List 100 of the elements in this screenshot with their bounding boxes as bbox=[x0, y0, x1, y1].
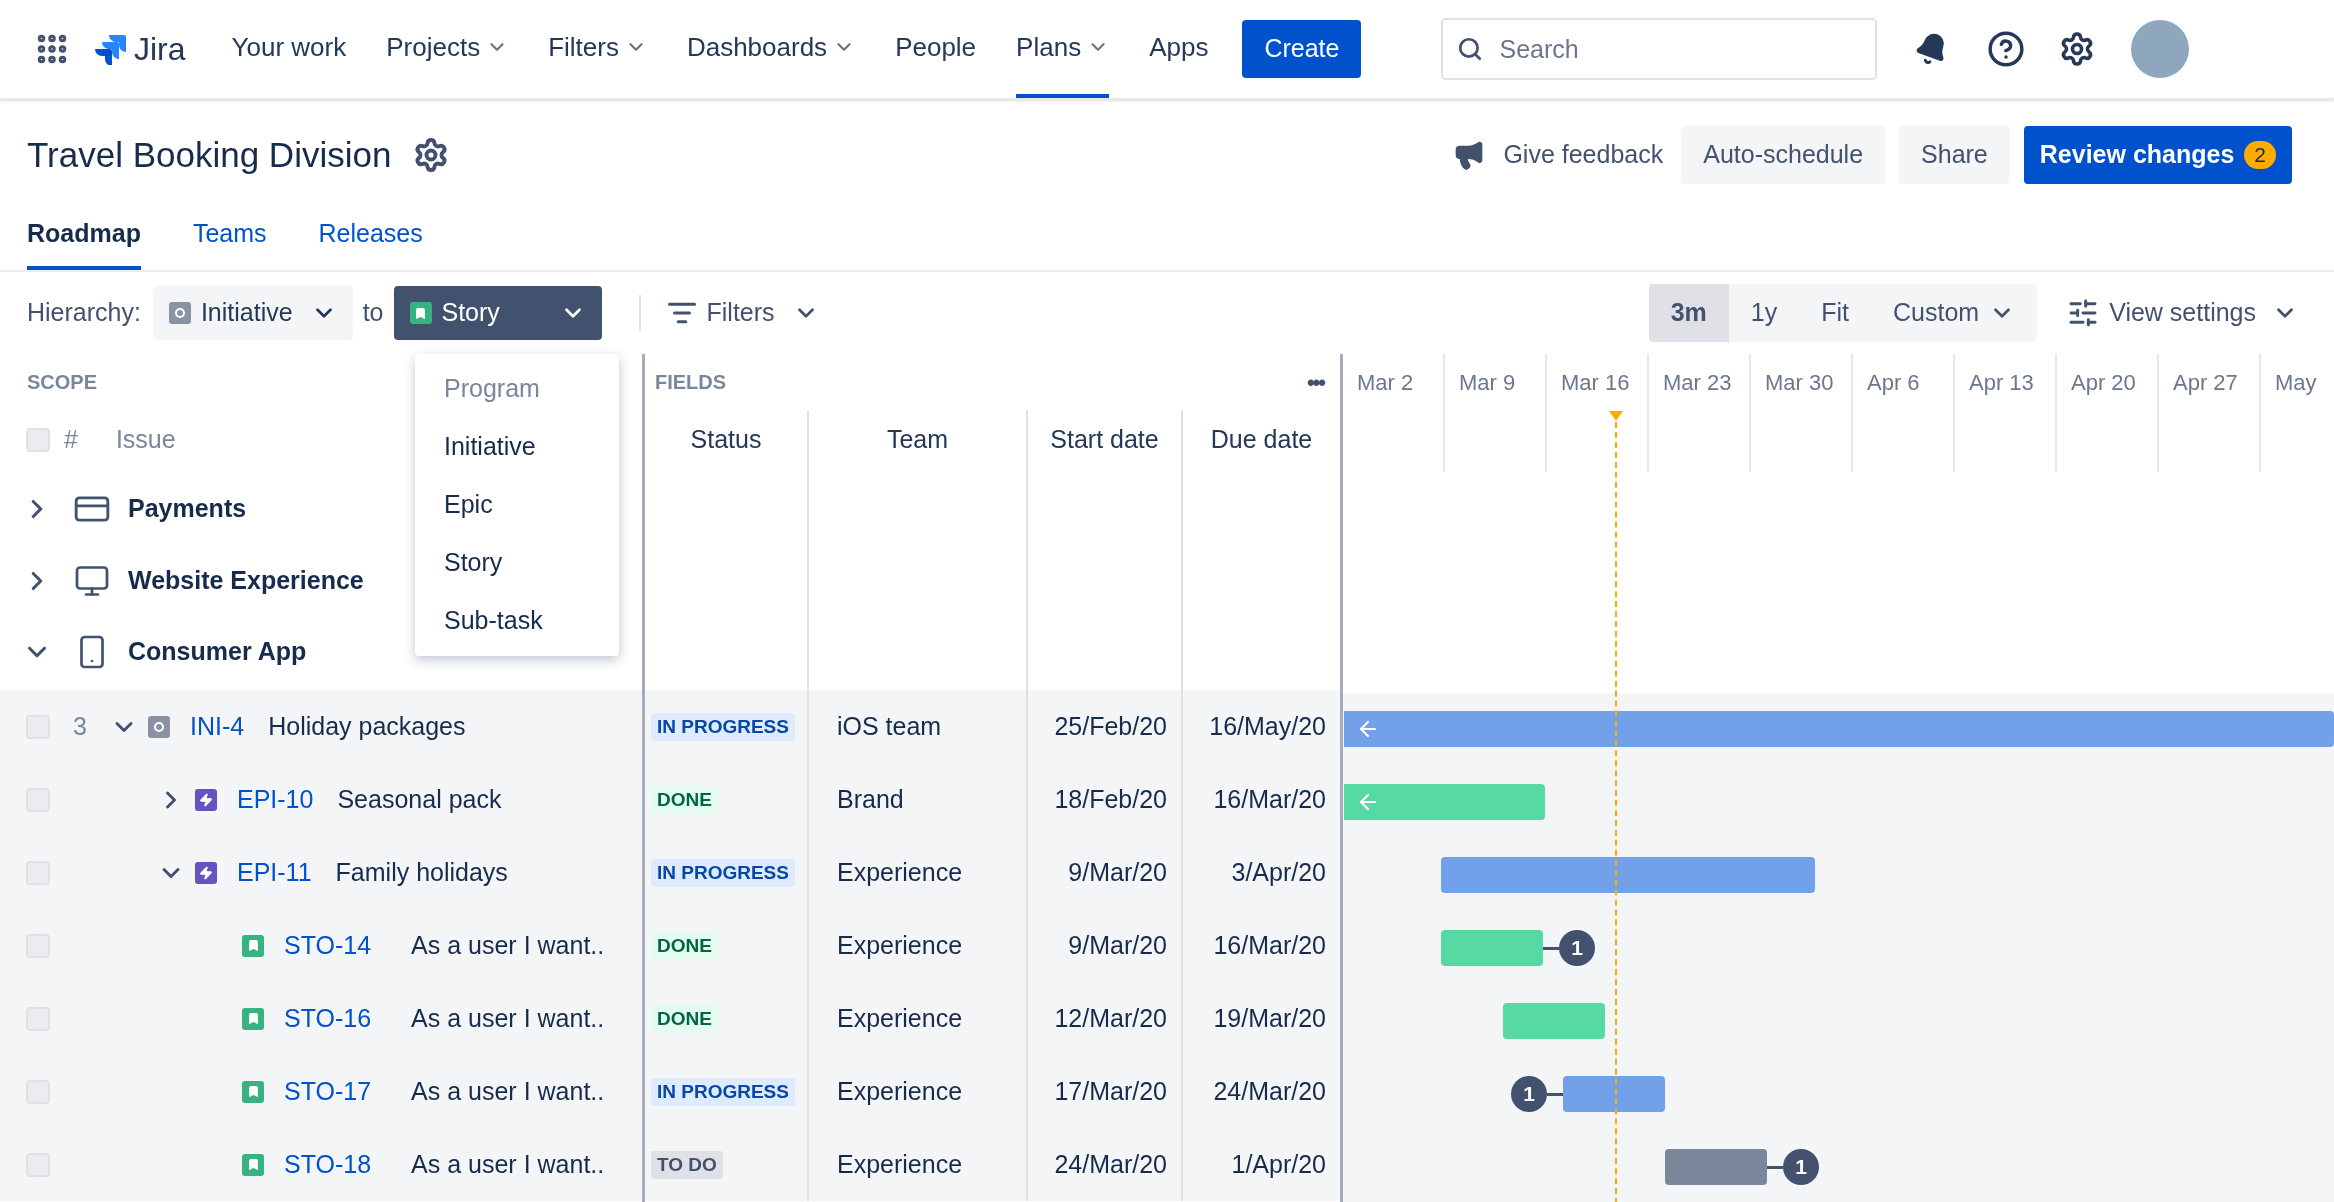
bookmark-icon bbox=[242, 1080, 264, 1103]
nav-item[interactable]: Your work bbox=[231, 0, 347, 98]
team-cell-text: Experience bbox=[837, 1148, 963, 1180]
checkbox[interactable] bbox=[26, 427, 50, 452]
nav-item[interactable]: People bbox=[895, 0, 977, 98]
week-label: Apr 20 bbox=[2071, 370, 2136, 395]
search-field[interactable]: Search bbox=[1441, 18, 1878, 80]
timeline-bar[interactable] bbox=[1563, 1076, 1665, 1112]
share-button[interactable]: Share bbox=[1899, 126, 2010, 184]
nav-item[interactable]: Dashboards bbox=[686, 0, 856, 98]
team-cell-text: Experience bbox=[837, 1002, 963, 1034]
timeline-bar[interactable] bbox=[1441, 930, 1543, 966]
column-header: Team bbox=[886, 423, 949, 455]
more-options[interactable]: ••• bbox=[1306, 365, 1324, 399]
status-lozenge: TO DO bbox=[651, 1150, 723, 1179]
column-header: # bbox=[64, 423, 78, 455]
avatar[interactable] bbox=[2131, 20, 2190, 78]
start-date-cell-text: 17/Mar/20 bbox=[1054, 1075, 1167, 1107]
group-label[interactable]: Website Experience bbox=[128, 562, 364, 600]
issue-summary: As a user I want.. bbox=[411, 1075, 605, 1107]
nav-item[interactable]: Apps bbox=[1149, 0, 1209, 98]
due-date-cell-text: 16/Mar/20 bbox=[1213, 783, 1326, 815]
nav-item[interactable]: Projects bbox=[386, 0, 509, 98]
issue-key-link[interactable]: STO-16 bbox=[284, 999, 372, 1038]
start-date-cell-text: 25/Feb/20 bbox=[1054, 710, 1167, 742]
column-header: Due date bbox=[1210, 423, 1313, 455]
due-date-cell-text: 19/Mar/20 bbox=[1213, 1002, 1326, 1034]
tab[interactable]: Releases bbox=[318, 214, 423, 270]
week-label: Mar 23 bbox=[1663, 370, 1732, 395]
button-label: Review changes bbox=[2039, 139, 2235, 171]
dependency-badge[interactable]: 1 bbox=[1559, 930, 1595, 966]
logo-icon bbox=[94, 33, 126, 65]
issue-summary: Family holidays bbox=[335, 856, 508, 888]
nav-item[interactable]: Plans bbox=[1016, 0, 1110, 98]
issue-summary: As a user I want.. bbox=[411, 1002, 605, 1034]
review-changes-button[interactable]: Review changes 2 bbox=[2023, 126, 2292, 184]
issue-key-link[interactable]: EPI-10 bbox=[237, 780, 314, 819]
help-icon[interactable] bbox=[1987, 30, 2026, 68]
view-settings-button[interactable]: View settings bbox=[2109, 294, 2256, 332]
search-icon bbox=[1457, 36, 1484, 62]
bookmark-icon bbox=[242, 1007, 264, 1030]
filters-button[interactable]: Filters bbox=[706, 294, 775, 332]
start-date-cell-text: 9/Mar/20 bbox=[1068, 929, 1167, 961]
time-range-option[interactable]: 1y bbox=[1728, 284, 1800, 342]
create-button[interactable]: Create bbox=[1242, 20, 1362, 78]
hierarchy-to-select[interactable]: Story bbox=[393, 286, 602, 340]
status-lozenge: IN PROGRESS bbox=[651, 712, 795, 741]
tab[interactable]: Teams bbox=[192, 214, 267, 270]
tab[interactable]: Roadmap bbox=[27, 214, 141, 270]
issue-summary: Seasonal pack bbox=[337, 783, 502, 815]
status-lozenge: DONE bbox=[651, 1004, 718, 1033]
start-date-cell-text: 18/Feb/20 bbox=[1054, 783, 1167, 815]
due-date-cell-text: 1/Apr/20 bbox=[1231, 1148, 1326, 1180]
section-heading: FIELDS bbox=[655, 370, 727, 395]
issue-key-link[interactable]: STO-14 bbox=[284, 926, 372, 965]
menu-item[interactable]: Story bbox=[415, 534, 619, 592]
issue-key-link[interactable]: INI-4 bbox=[190, 707, 245, 746]
auto-schedule-button[interactable]: Auto-schedule bbox=[1681, 126, 1886, 184]
week-label: Mar 30 bbox=[1765, 370, 1834, 395]
timeline-bar[interactable] bbox=[1344, 784, 1545, 820]
time-range-option[interactable]: Custom bbox=[1871, 284, 2038, 342]
menu-item[interactable]: Initiative bbox=[415, 418, 619, 476]
page-title: Travel Booking Division bbox=[27, 133, 392, 176]
product-name: Jira bbox=[134, 30, 186, 69]
week-label: Apr 27 bbox=[2173, 370, 2238, 395]
timeline-bar[interactable] bbox=[1441, 857, 1815, 893]
nav-item[interactable]: Filters bbox=[548, 0, 647, 98]
option-label: 3m bbox=[1670, 297, 1707, 329]
time-range-option[interactable]: 3m bbox=[1648, 284, 1729, 342]
timeline-bar[interactable] bbox=[1344, 711, 2334, 747]
hierarchy-from-select[interactable]: Initiative bbox=[152, 286, 353, 340]
team-cell-text: Experience bbox=[837, 1075, 963, 1107]
time-range-option[interactable]: Fit bbox=[1799, 284, 1871, 342]
dependency-badge[interactable]: 1 bbox=[1511, 1076, 1547, 1112]
week-label: Mar 16 bbox=[1561, 370, 1630, 395]
status-lozenge: DONE bbox=[651, 931, 718, 960]
column-header: Status bbox=[690, 423, 762, 455]
select-value: Story bbox=[441, 297, 500, 329]
issue-summary: As a user I want.. bbox=[411, 929, 605, 961]
due-date-cell-text: 16/May/20 bbox=[1209, 710, 1326, 742]
timeline-bar[interactable] bbox=[1503, 1003, 1605, 1039]
today-marker-icon bbox=[1608, 410, 1624, 422]
issue-summary: As a user I want.. bbox=[411, 1148, 605, 1180]
start-date-cell-text: 9/Mar/20 bbox=[1068, 856, 1167, 888]
option-label: Fit bbox=[1821, 297, 1849, 329]
count-badge: 2 bbox=[2244, 141, 2276, 169]
feedback-button[interactable]: Give feedback bbox=[1499, 126, 1668, 184]
issue-key-link[interactable]: EPI-11 bbox=[237, 853, 312, 892]
issue-key-link[interactable]: STO-17 bbox=[284, 1072, 372, 1111]
timeline-bar[interactable] bbox=[1665, 1149, 1767, 1185]
issue-key-link[interactable]: STO-18 bbox=[284, 1145, 372, 1184]
menu-item[interactable]: Sub-task bbox=[415, 592, 619, 650]
status-lozenge: IN PROGRESS bbox=[651, 858, 795, 887]
hierarchy-label: Hierarchy: bbox=[27, 297, 141, 329]
week-label: Apr 13 bbox=[1969, 370, 2034, 395]
group-label[interactable]: Consumer App bbox=[128, 633, 307, 671]
group-label[interactable]: Payments bbox=[128, 489, 247, 528]
status-lozenge: IN PROGRESS bbox=[651, 1077, 795, 1106]
dependency-badge[interactable]: 1 bbox=[1783, 1149, 1819, 1185]
menu-item[interactable]: Epic bbox=[415, 476, 619, 534]
